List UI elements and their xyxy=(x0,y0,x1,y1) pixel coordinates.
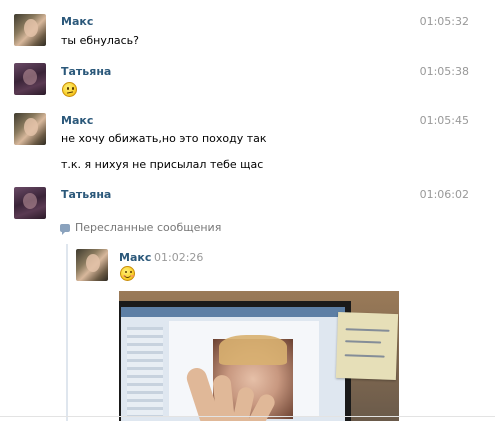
message-1: Макс 01:05:32 ты ебнулась? xyxy=(0,0,495,52)
message-author[interactable]: Макс xyxy=(61,15,93,28)
photo-sticky-note xyxy=(335,311,399,381)
confused-face-emoji xyxy=(62,82,77,97)
message-time[interactable]: 01:05:32 xyxy=(420,15,469,28)
message-4: Татьяна 01:06:02 xyxy=(0,178,495,219)
divider xyxy=(0,416,495,417)
avatar-maks-forwarded[interactable] xyxy=(76,249,108,281)
message-3: Макс 01:05:45 не хочу обижать,но это пох… xyxy=(0,108,495,178)
forwarded-quote-bar xyxy=(66,244,68,421)
message-text: не хочу обижать,но это походу так xyxy=(61,132,267,145)
avatar-maks[interactable] xyxy=(14,14,46,46)
message-time[interactable]: 01:05:38 xyxy=(420,65,469,78)
message-2: Татьяна 01:05:38 xyxy=(0,52,495,108)
smiling-blush-emoji xyxy=(120,266,135,281)
message-author[interactable]: Макс xyxy=(61,114,93,127)
message-author[interactable]: Татьяна xyxy=(61,65,111,78)
message-time[interactable]: 01:06:02 xyxy=(420,188,469,201)
message-time[interactable]: 01:05:45 xyxy=(420,114,469,127)
forwarded-header-label: Пересланные сообщения xyxy=(75,221,222,234)
message-text: ты ебнулась? xyxy=(61,34,139,47)
forwarded-time[interactable]: 01:02:26 xyxy=(154,251,203,264)
avatar-maks[interactable] xyxy=(14,113,46,145)
avatar-tatyana[interactable] xyxy=(14,187,46,219)
message-author[interactable]: Татьяна xyxy=(61,188,111,201)
forwarded-header[interactable]: Пересланные сообщения xyxy=(60,221,222,235)
forward-icon xyxy=(60,223,70,235)
forwarded-photo[interactable] xyxy=(119,291,399,421)
message-text: т.к. я нихуя не присылал тебе щас xyxy=(61,158,264,171)
forwarded-author[interactable]: Макс xyxy=(119,251,151,264)
avatar-tatyana[interactable] xyxy=(14,63,46,95)
